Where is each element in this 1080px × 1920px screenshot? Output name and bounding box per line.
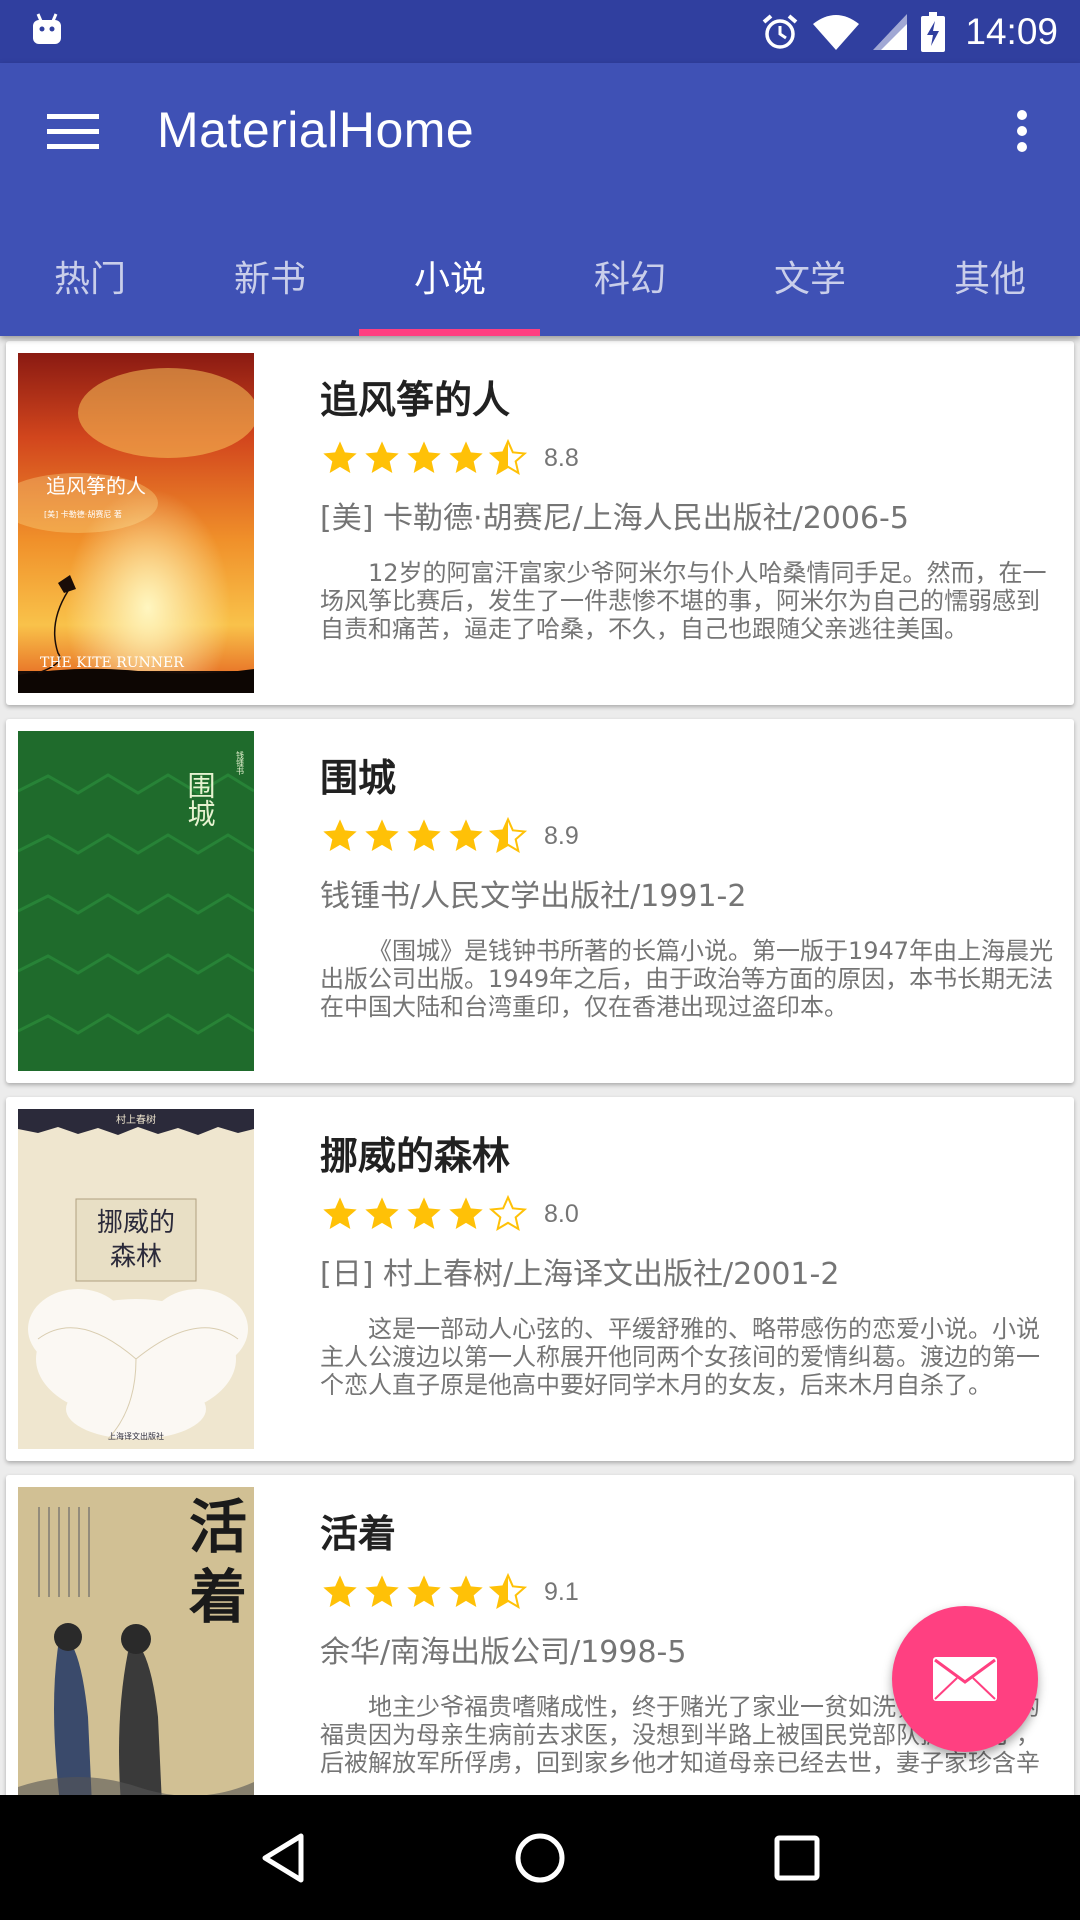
recents-icon — [774, 1835, 820, 1880]
book-card[interactable]: 围城 钱锺书 围城 8.9 钱锺书/人民文学出版社/1991-2 《围城》是钱钟… — [6, 719, 1074, 1083]
svg-text:村上春树: 村上春树 — [116, 1113, 156, 1126]
tab-new-books[interactable]: 新书 — [180, 224, 360, 336]
star-full-icon — [365, 1575, 399, 1607]
svg-text:围城: 围城 — [184, 771, 217, 827]
recents-button[interactable] — [752, 1813, 842, 1903]
star-half-icon — [488, 816, 528, 854]
star-full-icon — [323, 819, 357, 851]
tab-scifi[interactable]: 科幻 — [540, 224, 720, 336]
book-cover-image: 追风筝的人 [美] 卡勒德·胡赛尼 著 THE KITE RUNNER — [18, 353, 254, 693]
alarm-icon — [763, 13, 798, 49]
star-full-icon — [449, 1575, 483, 1607]
star-rating — [320, 438, 528, 478]
svg-text:[美] 卡勒德·胡赛尼 著: [美] 卡勒德·胡赛尼 著 — [44, 509, 122, 519]
book-info: [日] 村上春树/上海译文出版社/2001-2 — [320, 1257, 840, 1292]
star-full-icon — [407, 441, 441, 473]
star-full-icon — [323, 1197, 357, 1229]
svg-text:THE KITE RUNNER: THE KITE RUNNER — [40, 655, 184, 671]
star-full-icon — [407, 1197, 441, 1229]
menu-button[interactable] — [22, 85, 124, 177]
book-title: 追风筝的人 — [320, 378, 511, 422]
book-summary: 12岁的阿富汗富家少爷阿米尔与仆人哈桑情同手足。然而，在一场风筝比赛后，发生了一… — [320, 559, 1047, 643]
book-summary: 这是一部动人心弦的、平缓舒雅的、略带感伤的恋爱小说。小说主人公渡边以第一人称展开… — [320, 1315, 1040, 1399]
wifi-icon — [813, 14, 860, 50]
book-info: [美] 卡勒德·胡赛尼/上海人民出版社/2006-5 — [320, 501, 909, 536]
back-button[interactable] — [238, 1813, 328, 1903]
star-full-icon — [365, 819, 399, 851]
compose-mail-fab[interactable] — [892, 1606, 1038, 1752]
book-list[interactable]: 追风筝的人 [美] 卡勒德·胡赛尼 著 THE KITE RUNNER 追风筝的… — [0, 336, 1080, 1795]
rating-value: 8.0 — [544, 1199, 579, 1228]
svg-text:上海译文出版社: 上海译文出版社 — [108, 1431, 164, 1441]
tab-hot[interactable]: 热门 — [0, 224, 180, 336]
rating-value: 8.9 — [544, 821, 579, 850]
star-full-icon — [449, 441, 483, 473]
system-nav-bar — [0, 1795, 1080, 1920]
book-cover-image: 挪威的 森林 村上春树 上海译文出版社 — [18, 1109, 254, 1449]
book-info: 余华/南海出版公司/1998-5 — [320, 1635, 687, 1670]
book-info: 钱锺书/人民文学出版社/1991-2 — [320, 879, 747, 914]
star-full-icon — [365, 1197, 399, 1229]
svg-text:着: 着 — [189, 1563, 247, 1631]
star-full-icon — [407, 1575, 441, 1607]
tab-other[interactable]: 其他 — [900, 224, 1080, 336]
status-bar: 14:09 — [0, 0, 1080, 63]
star-full-icon — [449, 819, 483, 851]
tab-bar: 热门 新书 小说 科幻 文学 其他 — [0, 224, 1080, 336]
star-rating — [320, 1194, 528, 1234]
book-summary: 《围城》是钱钟书所著的长篇小说。第一版于1947年由上海晨光出版公司出版。194… — [320, 937, 1054, 1021]
book-card[interactable]: 追风筝的人 [美] 卡勒德·胡赛尼 著 THE KITE RUNNER 追风筝的… — [6, 341, 1074, 705]
book-title: 挪威的森林 — [320, 1134, 511, 1178]
back-icon — [262, 1833, 304, 1882]
star-rating — [320, 816, 528, 856]
mail-icon — [933, 1657, 997, 1701]
tab-indicator — [359, 329, 540, 336]
rating-row: 8.0 — [320, 1193, 579, 1235]
rating-row: 9.1 — [320, 1571, 579, 1613]
signal-icon — [873, 13, 908, 50]
svg-text:活: 活 — [189, 1493, 247, 1561]
rating-row: 8.8 — [320, 437, 579, 479]
book-card[interactable]: 挪威的 森林 村上春树 上海译文出版社 挪威的森林 8.0 [日] 村上春树/上… — [6, 1097, 1074, 1461]
rating-row: 8.9 — [320, 815, 579, 857]
more-vert-icon — [1017, 110, 1027, 152]
star-full-icon — [323, 441, 357, 473]
android-icon — [33, 13, 61, 44]
book-title: 围城 — [320, 756, 397, 800]
star-full-icon — [323, 1575, 357, 1607]
tab-literature[interactable]: 文学 — [720, 224, 900, 336]
star-half-icon — [488, 1572, 528, 1610]
star-full-icon — [449, 1197, 483, 1229]
book-cover-image: 活 着 — [18, 1487, 254, 1795]
home-button[interactable] — [495, 1813, 585, 1903]
status-time: 14:09 — [965, 10, 1058, 52]
svg-text:森林: 森林 — [110, 1242, 162, 1272]
star-empty-icon — [488, 1194, 528, 1232]
battery-charging-icon — [921, 11, 946, 52]
book-title: 活着 — [320, 1512, 397, 1556]
home-icon — [515, 1833, 565, 1882]
hamburger-menu-icon — [47, 114, 99, 149]
star-full-icon — [365, 441, 399, 473]
overflow-menu-button[interactable] — [982, 85, 1062, 177]
svg-text:钱锺书: 钱锺书 — [236, 750, 245, 776]
cover-title-text: 追风筝的人 — [46, 474, 146, 498]
rating-value: 9.1 — [544, 1577, 579, 1606]
rating-value: 8.8 — [544, 443, 579, 472]
app-bar: MaterialHome 热门 新书 小说 科幻 文学 其他 — [0, 63, 1080, 336]
svg-text:挪威的: 挪威的 — [97, 1208, 175, 1238]
star-half-icon — [488, 438, 528, 476]
star-full-icon — [407, 819, 441, 851]
book-cover-image: 围城 钱锺书 — [18, 731, 254, 1071]
star-rating — [320, 1572, 528, 1612]
app-title: MaterialHome — [157, 102, 475, 158]
tab-novels[interactable]: 小说 — [360, 224, 540, 336]
